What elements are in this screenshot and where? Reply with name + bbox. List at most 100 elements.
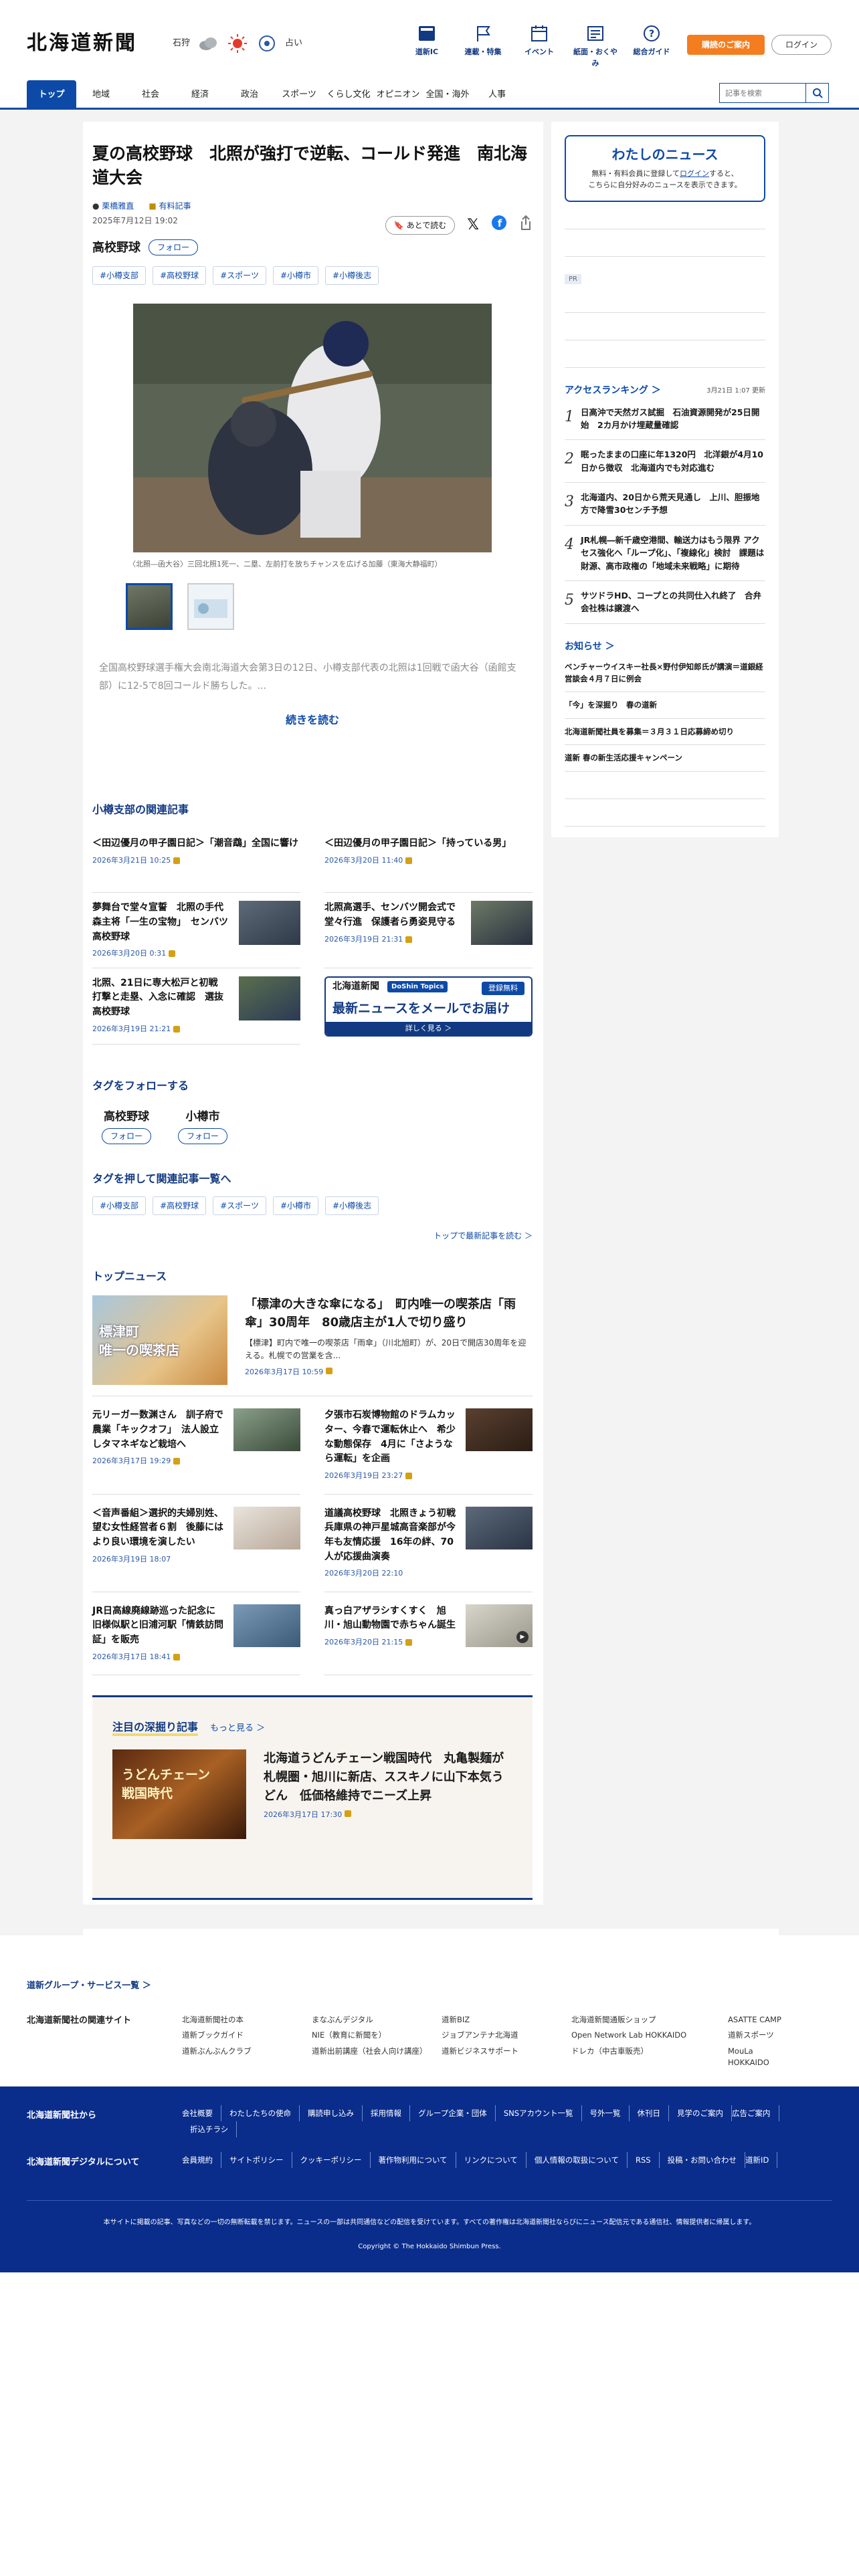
notice-item[interactable]: 「今」を深掘り 春の道新 [565,692,765,719]
article-photo[interactable] [133,303,492,552]
notice-item[interactable]: 北海道新聞社員を募集＝３月３１日応募締め切り [565,719,765,746]
login-link[interactable]: ログイン [680,169,709,178]
read-later-button[interactable]: 🔖 あとで読む [385,215,456,235]
ranking-item[interactable]: 5 サツドラHD、コープとの共同仕入れ終了 合弁会社株は譲渡へ [565,581,765,624]
author[interactable]: ● 栗橋雅直 [92,200,134,212]
tag-link[interactable]: #小樽後志 [325,1196,379,1216]
utility-nav: 道新IC 連載・特集 イベント 紙面・おくやみ ? 総合ガイド [405,24,674,69]
site-link[interactable]: ASATTE CAMP [728,2014,795,2026]
util-doshin-ic[interactable]: 道新IC [405,24,449,69]
top-news-item[interactable]: 道議高校野球 北照きょう初戦 兵庫県の神戸星城高音楽部が今年も友情応援 16年の… [324,1495,533,1592]
copyright-notice: 本サイトに掲載の記事、写真などの一切の無断転載を禁じます。ニュースの一部は共同通… [103,2219,756,2226]
tag-link[interactable]: #小樽支部 [92,1196,147,1216]
nav-item-personnel[interactable]: 人事 [472,80,522,110]
tag-link[interactable]: #小樽市 [272,265,319,285]
top-news-item[interactable]: 真っ白アザラシすくすく 旭川・旭山動物園で赤ちゃん誕生 2026年3月20日 21… [324,1592,533,1676]
email-news-banner[interactable]: 北海道新聞 DoShin Topics 登録無料 最新ニュースをメールでお届け 詳… [324,976,533,1037]
lock-icon [405,1639,413,1646]
byline: ● 栗橋雅直 ■ 有料記事 [92,200,533,212]
nav-item-society[interactable]: 社会 [126,80,175,110]
ranking-item[interactable]: 3 北海道内、20日から荒天見通し 上川、胆振地方で降雪30センチ予想 [565,483,765,526]
site-link[interactable]: MouLa HOKKAIDO [728,2046,795,2069]
site-link[interactable]: Open Network Lab HOKKAIDO [571,2030,728,2041]
thumbnail-2[interactable] [187,583,234,630]
top-news-item[interactable]: 夕張市石炭博物館のドラムカッター、今春で運転休止へ 希少な動態保存 4月に「さよ… [324,1396,533,1495]
deep-dive-article[interactable]: うどんチェーン 戦国時代 北海道うどんチェーン戦国時代 丸亀製麺が札幌圏・旭川に… [112,1749,512,1839]
related-item[interactable]: 北照、21日に専大松戸と初戦 打撃と走塁、入念に確認 選抜高校野球 2026年3月… [92,968,300,1045]
tag-link[interactable]: #小樽支部 [92,265,147,285]
notice-item[interactable]: ベンチャーウイスキー社長×野付伊知郎氏が講演＝道銀経営談会４月７日に例会 [565,654,765,693]
nav-item-region[interactable]: 地域 [76,80,126,110]
top-news-item[interactable]: 元リーガー数渊さん 訓子府で農業「キックオフ」 法人設立しタマネギなど栽培へ 20… [92,1396,300,1495]
top-news-item[interactable]: JR日高線廃線跡巡った記念に 旧様似駅と旧浦河駅「情鉄訪問証」を販売 2026年3… [92,1592,300,1676]
nav-item-economy[interactable]: 経済 [175,80,225,110]
follow-tag-name[interactable]: 高校野球 [92,239,140,257]
content-area: 夏の高校野球 北照が強打で逆転、コールド発進 南北海道大会 ● 栗橋雅直 ■ 有… [0,110,859,1942]
fortune-icon[interactable] [256,32,278,55]
nav-item-top[interactable]: トップ [27,80,76,110]
ranking-item[interactable]: 2 眠ったままの口座に年1320円 北洋銀が4月10日から徴収 北海道内でも対応進… [565,440,765,483]
nav-item-culture[interactable]: くらし文化 [324,80,373,110]
util-paper[interactable]: 紙面・おくやみ [573,24,617,69]
site-link[interactable]: 道新BIZ [442,2014,571,2026]
follow-button[interactable]: フォロー [149,239,199,255]
nav-item-sports[interactable]: スポーツ [274,80,324,110]
nav-item-opinion[interactable]: オピニオン [373,80,423,110]
related-item[interactable]: 夢舞台で堂々宣誓 北照の手代森主将「一生の宝物」 センバツ高校野球 2026年3月… [92,893,300,968]
x-share-icon[interactable]: 𝕏 [467,214,479,236]
site-link[interactable]: 道新ぶんぶんクラブ [182,2046,312,2069]
util-series[interactable]: 連載・特集 [461,24,505,69]
nav-item-world[interactable]: 全国・海外 [423,80,472,110]
ranking-title[interactable]: アクセスランキング ＞ [565,384,661,398]
read-more-link[interactable]: 続きを読む [92,712,533,728]
top-news-item[interactable]: ＜音声番組＞選択的夫婦別姓、望む女性経営者６割 後藤にはより良い環境を演したい 2… [92,1495,300,1592]
site-link[interactable]: 道新スポーツ [728,2030,795,2041]
facebook-share-icon[interactable]: f [491,215,507,235]
site-link[interactable]: まなぶんデジタル [312,2014,442,2026]
related-item[interactable]: ＜田辺優月の甲子園日記＞「持っている男」 2026年3月20日 11:40 [324,829,533,893]
tag-link[interactable]: #スポーツ [213,1196,266,1216]
notice-item[interactable]: 道新 春の新生活応援キャンペーン [565,745,765,772]
thumbnail-1[interactable] [126,583,173,630]
site-link[interactable]: ドレカ（中古車販売） [571,2046,728,2069]
follow-button[interactable]: フォロー [178,1128,228,1145]
ranking-item[interactable]: 1 日高沖で天然ガス試掘 石油資源開発が25日開始 2カ月かけ埋蔵量確認 [565,398,765,441]
site-logo[interactable]: 北海道新聞 [27,28,137,58]
my-news-box[interactable]: わたしのニュース 無料・有料会員に登録してログインすると、 こちらに自分好みのニュ… [565,135,765,202]
site-link[interactable]: 道新出前講座（社会人向け講座） [312,2046,442,2069]
tag-link[interactable]: #高校野球 [153,1196,207,1216]
tag-link[interactable]: #小樽市 [272,1196,319,1216]
notice-title[interactable]: お知らせ ＞ [565,640,765,654]
news-thumbnail [233,1604,300,1647]
share-icon[interactable] [519,215,533,235]
weather-widget[interactable]: 石狩 占い [173,32,302,55]
tag-link[interactable]: #小樽後志 [325,265,379,285]
featured-image: 標津町 唯一の喫茶店 [92,1295,227,1386]
search-button[interactable] [805,84,828,102]
follow-button[interactable]: フォロー [102,1128,152,1145]
site-link[interactable]: 北海道新聞社の本 [182,2014,312,2026]
tag-link[interactable]: #スポーツ [213,265,266,285]
site-link[interactable]: 道新ブックガイド [182,2030,312,2041]
nav-item-politics[interactable]: 政治 [225,80,274,110]
group-services-link[interactable]: 道新グループ・サービス一覧 ＞ [27,1979,151,1993]
search-input[interactable] [720,84,805,102]
lock-icon [405,1473,413,1479]
deep-dive-more-link[interactable]: もっと見る ＞ [210,1722,265,1735]
util-guide[interactable]: ? 総合ガイド [630,24,674,69]
tag-link[interactable]: #高校野球 [153,265,207,285]
top-news-featured[interactable]: 標津町 唯一の喫茶店 「標津の大きな傘になる」 町内唯一の喫茶店「雨傘」30周年… [92,1295,533,1397]
site-link[interactable]: 北海道新聞通販ショップ [571,2014,728,2026]
site-link[interactable]: ジョブアンテナ北海道 [442,2030,571,2041]
util-events[interactable]: イベント [517,24,561,69]
ranking-item[interactable]: 4 JR札幌―新千歳空港間、輸送力はもう限界 アクセス強化へ「ループ化」、「複線化… [565,526,765,581]
fortune-label[interactable]: 占い [285,37,302,50]
site-link[interactable]: 道新ビジネスサポート [442,2046,571,2069]
related-item[interactable]: ＜田辺優月の甲子園日記＞「潮音鵡」全国に響け 2026年3月21日 10:25 [92,829,300,893]
site-link[interactable]: NIE（教育に新聞を） [312,2030,442,2041]
login-button[interactable]: ログイン [771,35,832,55]
latest-articles-link[interactable]: トップで最新記事を読む ＞ [92,1230,533,1242]
subscribe-guide-button[interactable]: 購読のご案内 [687,35,765,55]
related-item[interactable]: 北照高選手、センバツ開会式で堂々行進 保護者ら勇姿見守る 2026年3月19日 2… [324,893,533,968]
article-tags: #小樽支部 #高校野球 #スポーツ #小樽市 #小樽後志 [92,265,533,285]
